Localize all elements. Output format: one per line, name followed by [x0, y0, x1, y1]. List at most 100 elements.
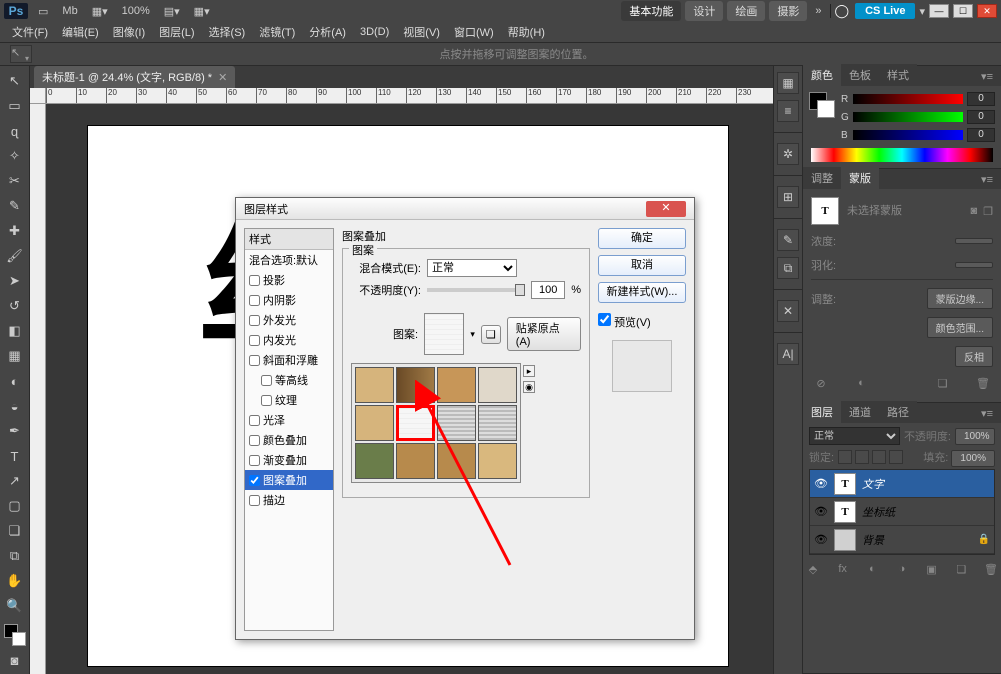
workspace-tab[interactable]: 基本功能	[621, 1, 681, 21]
menu-item[interactable]: 分析(A)	[303, 22, 352, 42]
b-slider[interactable]	[853, 130, 963, 140]
panel-tab[interactable]: 通道	[841, 401, 879, 423]
panel-tab[interactable]: 调整	[803, 167, 841, 189]
adj-icon[interactable]: ◑	[894, 563, 910, 576]
titlebar-btn[interactable]: ▦▾	[88, 3, 112, 20]
visibility-icon[interactable]: 👁	[814, 505, 828, 518]
visibility-icon[interactable]: 👁	[814, 533, 828, 546]
char-icon[interactable]: ⊞	[777, 186, 799, 208]
brush-tool-icon[interactable]: 🖌	[4, 245, 26, 267]
mask-pixel-icon[interactable]: ◙	[970, 205, 977, 218]
color-range-button[interactable]: 颜色范围...	[927, 317, 993, 338]
layer-row[interactable]: 👁T坐标纸	[810, 498, 994, 526]
history-brush-icon[interactable]: ↺	[4, 295, 26, 317]
g-slider[interactable]	[853, 112, 963, 122]
titlebar-btn[interactable]: ▤▾	[160, 3, 184, 20]
pattern-swatch[interactable]	[355, 443, 394, 479]
opacity-slider[interactable]	[427, 288, 525, 292]
style-list-header[interactable]: 样式	[245, 229, 333, 250]
win-min-icon[interactable]: —	[929, 4, 949, 18]
style-item[interactable]: 投影	[245, 270, 333, 290]
doc-tab[interactable]: 未标题-1 @ 24.4% (文字, RGB/8) * ✕	[34, 66, 235, 88]
new-pattern-icon[interactable]: ❏	[481, 325, 501, 344]
style-item[interactable]: 等高线	[245, 370, 333, 390]
blend-defaults[interactable]: 混合选项:默认	[245, 250, 333, 270]
titlebar-btn[interactable]: Mb	[58, 3, 81, 19]
link-icon[interactable]: ⬘	[805, 563, 821, 576]
panel-tab[interactable]: 路径	[879, 401, 917, 423]
menu-item[interactable]: 图层(L)	[153, 22, 200, 42]
mask-foot-icon[interactable]: ◐	[854, 377, 870, 390]
layer-row[interactable]: 👁背景🔒	[810, 526, 994, 554]
panel-menu-icon[interactable]: ▾≡	[973, 404, 1001, 423]
panel-tab[interactable]: 颜色	[803, 64, 841, 86]
panel-tab[interactable]: 蒙版	[841, 167, 879, 189]
mask-foot-icon[interactable]: ⊘	[813, 377, 829, 390]
lock-icon[interactable]	[855, 450, 869, 464]
new-style-button[interactable]: 新建样式(W)...	[598, 282, 686, 303]
pattern-swatch-selected[interactable]	[396, 405, 435, 441]
fx-icon[interactable]: fx	[835, 563, 851, 576]
tools-icon[interactable]: ✕	[777, 300, 799, 322]
style-item-active[interactable]: 图案叠加	[245, 470, 333, 490]
current-tool-icon[interactable]: ↖	[10, 45, 32, 63]
lasso-tool-icon[interactable]: ɋ	[4, 120, 26, 142]
zoom-tool-icon[interactable]: 🔍	[4, 595, 26, 617]
ok-button[interactable]: 确定	[598, 228, 686, 249]
r-value[interactable]: 0	[967, 92, 995, 106]
menu-item[interactable]: 3D(D)	[354, 24, 395, 40]
menu-item[interactable]: 窗口(W)	[448, 22, 500, 42]
style-item[interactable]: 颜色叠加	[245, 430, 333, 450]
r-slider[interactable]	[853, 94, 963, 104]
pattern-swatch[interactable]	[478, 367, 517, 403]
pattern-swatch[interactable]	[478, 443, 517, 479]
mask-foot-icon[interactable]: ❏	[935, 377, 951, 390]
style-item[interactable]: 渐变叠加	[245, 450, 333, 470]
cslive-button[interactable]: CS Live	[855, 3, 915, 19]
pattern-swatch[interactable]	[396, 367, 435, 403]
panel-tab[interactable]: 色板	[841, 64, 879, 86]
win-max-icon[interactable]: ☐	[953, 4, 973, 18]
workspace-more[interactable]: »	[811, 3, 825, 19]
text-tool-icon[interactable]: T	[4, 445, 26, 467]
invert-button[interactable]: 反相	[955, 346, 993, 367]
quickmask-icon[interactable]: ◙	[4, 649, 26, 671]
menu-item[interactable]: 文件(F)	[6, 22, 54, 42]
fg-bg-swatch[interactable]	[4, 624, 26, 646]
shape-tool-icon[interactable]: ▢	[4, 495, 26, 517]
menu-item[interactable]: 图像(I)	[107, 22, 151, 42]
blur-tool-icon[interactable]: ◐	[4, 370, 26, 392]
pattern-swatch[interactable]	[437, 367, 476, 403]
visibility-icon[interactable]: 👁	[814, 477, 828, 490]
panel-menu-icon[interactable]: ▾≡	[973, 67, 1001, 86]
workspace-tab[interactable]: 摄影	[769, 1, 807, 21]
type-icon[interactable]: A|	[777, 343, 799, 365]
pattern-swatch[interactable]	[437, 443, 476, 479]
marquee-tool-icon[interactable]: ▭	[4, 95, 26, 117]
heal-tool-icon[interactable]: ✚	[4, 220, 26, 242]
menu-item[interactable]: 帮助(H)	[502, 22, 551, 42]
menu-item[interactable]: 选择(S)	[203, 22, 252, 42]
mask-vector-icon[interactable]: ❐	[983, 205, 993, 218]
preview-checkbox[interactable]: 预览(V)	[598, 313, 686, 330]
brush-icon[interactable]: ✎	[777, 229, 799, 251]
b-value[interactable]: 0	[967, 128, 995, 142]
win-close-icon[interactable]: ✕	[977, 4, 997, 18]
move-tool-icon[interactable]: ↖	[4, 70, 26, 92]
history-icon[interactable]: ≡	[777, 100, 799, 122]
nav-icon[interactable]: ▦	[777, 72, 799, 94]
eraser-tool-icon[interactable]: ◧	[4, 320, 26, 342]
mask-edge-button[interactable]: 蒙版边缘...	[927, 288, 993, 309]
blend-select[interactable]: 正常	[427, 259, 517, 277]
color-swatch[interactable]	[809, 92, 835, 118]
trash-icon[interactable]: 🗑	[983, 563, 999, 576]
wand-tool-icon[interactable]: ✧	[4, 145, 26, 167]
panel-menu-icon[interactable]: ▾≡	[973, 170, 1001, 189]
g-value[interactable]: 0	[967, 110, 995, 124]
style-item[interactable]: 描边	[245, 490, 333, 510]
mask-icon[interactable]: ◐	[864, 563, 880, 576]
clone-icon[interactable]: ⧉	[777, 257, 799, 279]
settings-icon[interactable]: ✲	[777, 143, 799, 165]
titlebar-btn[interactable]: ▦▾	[190, 3, 214, 20]
dialog-titlebar[interactable]: 图层样式 ✕	[236, 198, 694, 220]
